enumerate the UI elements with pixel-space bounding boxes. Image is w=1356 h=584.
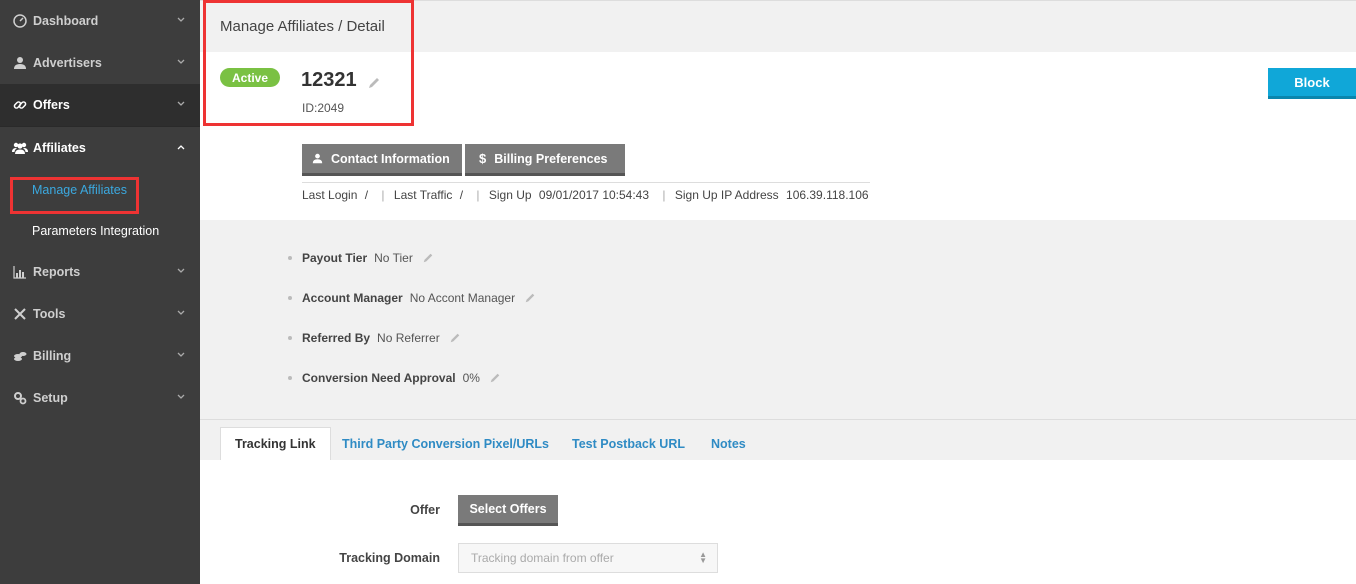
sidebar-item-label: Offers [33, 98, 70, 112]
tracking-domain-select[interactable]: Tracking domain from offer ▲ ▼ [458, 543, 718, 573]
sidebar-item-dashboard[interactable]: Dashboard [0, 0, 200, 42]
sidebar-item-reports[interactable]: Reports [0, 251, 200, 293]
tracking-domain-placeholder: Tracking domain from offer [471, 551, 614, 565]
edit-pencil-icon[interactable] [489, 372, 501, 384]
detail-label: Conversion Need Approval [302, 371, 456, 385]
tab-third-party-conversion-pixel[interactable]: Third Party Conversion Pixel/URLs [328, 427, 563, 460]
last-traffic-label: Last Traffic [393, 188, 453, 202]
bullet [288, 336, 292, 340]
chevron-down-icon [177, 310, 185, 315]
detail-row-referred-by: Referred By No Referrer [288, 331, 461, 345]
contact-information-label: Contact Information [331, 151, 450, 166]
affiliate-details-panel [200, 220, 1356, 420]
select-offers-button[interactable]: Select Offers [458, 495, 558, 526]
edit-pencil-icon[interactable] [524, 292, 536, 304]
sidebar-item-label: Tools [33, 307, 66, 321]
tools-icon [12, 306, 28, 322]
chevron-down-icon [177, 394, 185, 399]
sidebar-item-label: Reports [33, 265, 81, 279]
sidebar-item-tools[interactable]: Tools [0, 293, 200, 335]
sidebar-item-offers[interactable]: Offers [0, 84, 200, 126]
user-icon [12, 55, 28, 71]
coins-icon [12, 348, 28, 364]
detail-row-payout-tier: Payout Tier No Tier [288, 251, 434, 265]
contact-information-button[interactable]: Contact Information [302, 144, 462, 176]
edit-pencil-icon[interactable] [422, 252, 434, 264]
sign-up-value: 09/01/2017 10:54:43 [538, 188, 650, 202]
affiliate-name: 12321 [301, 69, 357, 91]
select-arrows-icon: ▲ ▼ [699, 550, 707, 565]
bullet [288, 296, 292, 300]
sidebar-item-affiliates[interactable]: Affiliates [0, 127, 200, 169]
status-badge: Active [220, 68, 280, 87]
sign-up-ip-value: 106.39.118.106 [786, 188, 869, 202]
sidebar-item-billing[interactable]: Billing [0, 335, 200, 377]
sidebar-subitem-label: Parameters Integration [32, 223, 160, 238]
bullet [288, 376, 292, 380]
sidebar: Dashboard Advertisers Offers Affiliates … [0, 0, 200, 584]
tab-tracking-link[interactable]: Tracking Link [220, 427, 331, 460]
sidebar-item-label: Billing [33, 349, 72, 363]
sidebar-item-setup[interactable]: Setup [0, 377, 200, 419]
detail-row-account-manager: Account Manager No Accont Manager [288, 291, 536, 305]
chevron-down-icon [177, 17, 185, 22]
sidebar-item-label: Affiliates [33, 141, 86, 155]
affiliate-meta-line: Last Login / | Last Traffic / | Sign Up … [302, 182, 870, 202]
detail-label: Payout Tier [302, 251, 368, 265]
chevron-up-icon [177, 145, 185, 150]
last-traffic-value: / [459, 188, 464, 202]
user-icon [312, 153, 323, 164]
detail-value: 0% [462, 371, 480, 385]
edit-pencil-icon[interactable] [449, 332, 461, 344]
tab-notes[interactable]: Notes [697, 427, 760, 460]
sidebar-item-label: Advertisers [33, 56, 102, 70]
breadcrumb: Manage Affiliates / Detail [220, 18, 385, 35]
last-login-label: Last Login [302, 188, 358, 202]
users-icon [12, 140, 28, 156]
detail-label: Account Manager [302, 291, 403, 305]
edit-name-pencil-icon[interactable] [367, 76, 381, 90]
sidebar-item-label: Dashboard [33, 14, 99, 28]
meta-separator: | [381, 188, 385, 202]
sign-up-label: Sign Up [488, 188, 532, 202]
tracking-link-content [200, 460, 1356, 584]
billing-preferences-label: Billing Preferences [494, 151, 608, 166]
gears-icon [12, 390, 28, 406]
sidebar-subitem-parameters-integration[interactable]: Parameters Integration [0, 210, 200, 251]
sidebar-item-label: Setup [33, 391, 68, 405]
block-button[interactable]: Block [1268, 68, 1356, 99]
detail-value: No Tier [374, 251, 413, 265]
bullet [288, 256, 292, 260]
offer-label: Offer [410, 503, 440, 517]
last-login-value: / [364, 188, 369, 202]
chevron-down-icon [177, 268, 185, 273]
detail-label: Referred By [302, 331, 371, 345]
dashboard-icon [12, 13, 28, 29]
tracking-domain-label: Tracking Domain [339, 551, 440, 565]
meta-separator: | [476, 188, 480, 202]
detail-value: No Accont Manager [409, 291, 516, 305]
sidebar-subitem-label: Manage Affiliates [32, 182, 127, 197]
dollar-icon: $ [479, 151, 487, 166]
sidebar-item-advertisers[interactable]: Advertisers [0, 42, 200, 84]
affiliate-id: ID:2049 [302, 101, 345, 115]
detail-row-conversion-need-approval: Conversion Need Approval 0% [288, 371, 501, 385]
sign-up-ip-label: Sign Up IP Address [674, 188, 779, 202]
chevron-down-icon [177, 352, 185, 357]
detail-value: No Referrer [377, 331, 440, 345]
tab-test-postback-url[interactable]: Test Postback URL [558, 427, 699, 460]
chevron-down-icon [177, 101, 185, 106]
billing-preferences-button[interactable]: $ Billing Preferences [465, 144, 625, 176]
sidebar-subitem-manage-affiliates[interactable]: Manage Affiliates [0, 169, 200, 210]
link-icon [12, 97, 28, 113]
bar-chart-icon [12, 264, 28, 280]
chevron-down-icon [177, 59, 185, 64]
meta-separator: | [662, 188, 666, 202]
